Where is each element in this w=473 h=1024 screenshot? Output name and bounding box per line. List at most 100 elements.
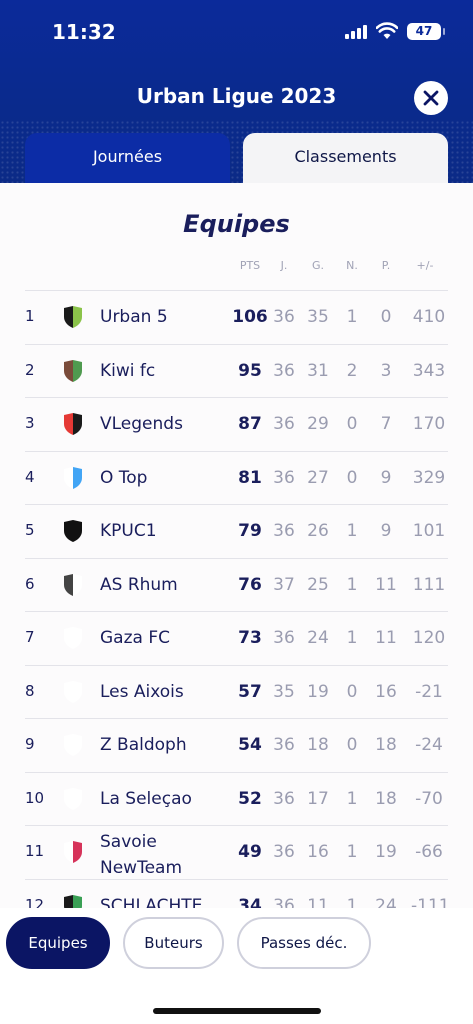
- row-team-name: AS Rhum: [100, 574, 178, 595]
- row-team-name: Z Baldoph: [100, 735, 187, 755]
- row-rank: 1: [25, 307, 35, 325]
- row-drawn: 1: [346, 788, 358, 809]
- row-team-name: KPUC1: [100, 521, 157, 541]
- row-lost: 11: [375, 574, 397, 595]
- row-rank: 6: [25, 574, 35, 593]
- row-points: 95: [238, 360, 262, 381]
- row-won: 35: [307, 307, 329, 327]
- row-drawn: 1: [346, 307, 358, 327]
- cellular-signal-icon: [345, 25, 369, 39]
- row-lost: 7: [380, 414, 392, 434]
- row-played: 36: [273, 628, 295, 648]
- row-played: 37: [273, 574, 295, 595]
- team-shield-icon: [64, 466, 82, 489]
- row-lost: 24: [375, 895, 397, 909]
- row-played: 36: [273, 521, 295, 541]
- filter-buteurs-button[interactable]: Buteurs: [123, 917, 224, 969]
- table-row[interactable]: 12 SCHLACHTE 34 36 11 1 24 -111: [25, 878, 450, 909]
- row-won: 25: [307, 574, 329, 595]
- row-won: 31: [307, 360, 329, 381]
- row-team-name: O Top: [100, 467, 148, 488]
- row-lost: 9: [380, 521, 392, 541]
- row-points: 57: [238, 681, 262, 702]
- row-team-name: Savoie NewTeam: [100, 832, 183, 878]
- table-row[interactable]: 6 AS Rhum 76 37 25 1 11 111: [25, 557, 448, 611]
- row-won: 29: [307, 414, 329, 434]
- row-goal-diff: -70: [415, 788, 443, 809]
- team-shield-icon: [64, 306, 82, 328]
- tab-classements[interactable]: Classements: [243, 133, 448, 183]
- row-team-name: Kiwi fc: [100, 360, 156, 381]
- team-shield-icon: [64, 573, 82, 596]
- row-won: 27: [307, 467, 329, 488]
- row-won: 26: [307, 521, 329, 541]
- row-rank: 3: [25, 414, 35, 432]
- table-row[interactable]: 10 La Seleçao 52 36 17 1 18 -70: [25, 771, 448, 825]
- row-played: 35: [273, 681, 295, 702]
- row-played: 36: [273, 360, 295, 381]
- column-header-diff: +/-: [416, 259, 434, 272]
- row-drawn: 2: [346, 360, 358, 381]
- row-rank: 10: [25, 788, 45, 807]
- row-drawn: 1: [346, 628, 358, 648]
- table-row[interactable]: 3 VLegends 87 36 29 0 7 170: [25, 397, 448, 450]
- row-goal-diff: 111: [412, 574, 446, 595]
- row-points: 106: [232, 307, 268, 327]
- row-rank: 2: [25, 360, 35, 379]
- row-played: 36: [273, 467, 295, 488]
- filter-passes-button[interactable]: Passes déc.: [237, 917, 371, 969]
- row-lost: 11: [375, 628, 397, 648]
- table-row[interactable]: 11 Savoie NewTeam 49 36 16 1 19 -66: [25, 825, 448, 878]
- row-rank: 7: [25, 628, 35, 646]
- filter-equipes-button[interactable]: Equipes: [6, 917, 110, 969]
- row-drawn: 0: [346, 414, 358, 434]
- row-points: 34: [238, 895, 262, 909]
- row-played: 36: [273, 735, 295, 755]
- table-row[interactable]: 8 Les Aixois 57 35 19 0 16 -21: [25, 664, 448, 718]
- row-lost: 9: [380, 467, 392, 488]
- team-shield-icon: [64, 787, 82, 810]
- column-header-n: N.: [346, 259, 358, 272]
- team-shield-icon: [64, 734, 82, 756]
- table-row[interactable]: 2 Kiwi fc 95 36 31 2 3 343: [25, 343, 448, 397]
- team-shield-icon: [64, 627, 82, 649]
- row-points: 52: [238, 788, 262, 809]
- app-header: 11:32 47 Urban Ligue 2023 Journées Class…: [0, 0, 473, 183]
- row-played: 36: [273, 895, 295, 909]
- tab-journees[interactable]: Journées: [25, 133, 230, 183]
- row-rank: 12: [25, 895, 45, 909]
- row-team-name: La Seleçao: [100, 788, 192, 809]
- team-shield-icon: [64, 841, 82, 863]
- close-button[interactable]: [414, 81, 448, 115]
- table-row[interactable]: 9 Z Baldoph 54 36 18 0 18 -24: [25, 718, 448, 771]
- row-goal-diff: -21: [415, 681, 443, 702]
- team-shield-icon: [64, 894, 82, 908]
- row-team-name: Gaza FC: [100, 628, 170, 648]
- row-lost: 18: [375, 735, 397, 755]
- row-goal-diff: 120: [412, 628, 446, 648]
- table-row[interactable]: 7 Gaza FC 73 36 24 1 11 120: [25, 611, 448, 664]
- column-header-g: G.: [311, 259, 325, 272]
- row-drawn: 1: [346, 521, 358, 541]
- row-lost: 18: [375, 788, 397, 809]
- team-shield-icon: [64, 680, 82, 703]
- column-header-pts: PTS: [239, 259, 261, 272]
- row-goal-diff: 343: [412, 360, 446, 381]
- row-rank: 5: [25, 521, 35, 539]
- row-points: 87: [238, 414, 262, 434]
- row-team-name: VLegends: [100, 414, 183, 434]
- row-goal-diff: 101: [412, 521, 446, 541]
- row-lost: 0: [380, 307, 392, 327]
- table-row[interactable]: 1 Urban 5 106 36 35 1 0 410: [25, 290, 448, 343]
- row-played: 36: [273, 307, 295, 327]
- row-played: 36: [273, 842, 295, 862]
- standings-panel: Equipes PTS J. G. N. P. +/- 1 Urban 5 106 3…: [0, 183, 473, 908]
- row-team-name: Les Aixois: [100, 681, 184, 702]
- wifi-icon: [376, 22, 398, 39]
- row-drawn: 0: [346, 681, 358, 702]
- table-row[interactable]: 5 KPUC1 79 36 26 1 9 101: [25, 504, 448, 557]
- row-played: 36: [273, 414, 295, 434]
- row-drawn: 1: [346, 895, 358, 909]
- table-row[interactable]: 4 O Top 81 36 27 0 9 329: [25, 450, 448, 504]
- row-points: 49: [238, 842, 262, 862]
